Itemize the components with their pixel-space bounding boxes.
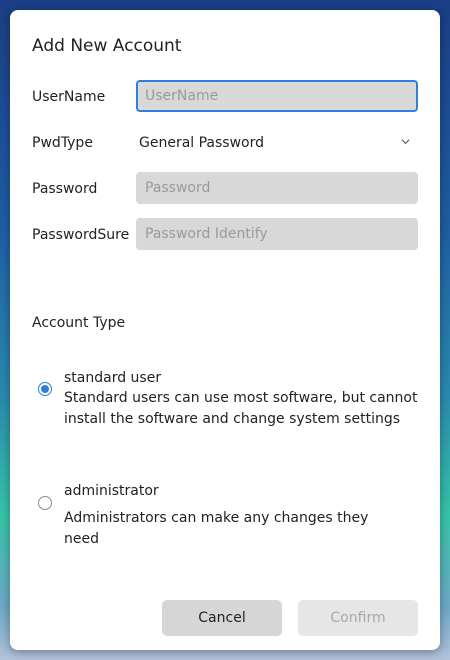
standard-user-radio[interactable] [38,382,52,396]
chevron-down-icon [401,139,410,145]
administrator-description: Administrators can make any changes they… [64,510,369,547]
administrator-title: administrator [64,483,159,499]
password-label: Password [32,181,98,197]
pwdtype-select[interactable]: General Password [136,131,418,157]
passwordsure-label: PasswordSure [32,227,130,243]
username-label: UserName [32,89,106,105]
dialog-title: Add New Account [32,36,182,56]
administrator-radio[interactable] [38,496,52,510]
username-input[interactable] [136,80,418,112]
account-type-label: Account Type [32,315,126,331]
pwdtype-label: PwdType [32,135,93,151]
password-input[interactable] [136,172,418,204]
standard-user-title: standard user [64,370,162,386]
add-account-dialog: Add New Account UserName PwdType General… [10,10,440,650]
cancel-button[interactable]: Cancel [162,600,282,636]
pwdtype-value: General Password [139,135,265,151]
confirm-button[interactable]: Confirm [298,600,418,636]
passwordsure-input[interactable] [136,218,418,250]
standard-user-description: Standard users can use most software, bu… [64,390,418,427]
